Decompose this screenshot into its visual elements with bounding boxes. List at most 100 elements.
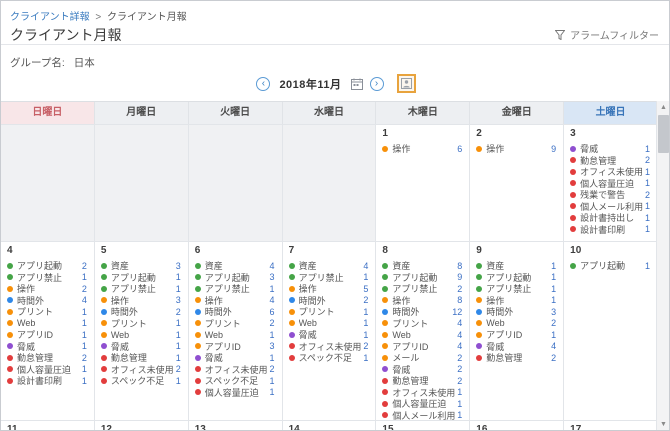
day-cell-11[interactable]: 11 (1, 421, 95, 431)
alarm-item-count[interactable]: 1 (82, 307, 89, 317)
alarm-item-count[interactable]: 1 (176, 284, 183, 294)
day-cell-10[interactable]: 10アプリ起動1 (564, 242, 658, 420)
alarm-item[interactable]: 時間外3 (476, 306, 558, 318)
alarm-item-count[interactable]: 2 (457, 353, 464, 363)
alarm-item-count[interactable]: 1 (82, 318, 89, 328)
alarm-item-count[interactable]: 1 (270, 376, 277, 386)
alarm-item[interactable]: 個人容量圧迫1 (195, 387, 277, 399)
alarm-item[interactable]: プリント1 (7, 306, 89, 318)
alarm-item[interactable]: 操作6 (382, 143, 464, 155)
alarm-item-count[interactable]: 2 (457, 364, 464, 374)
alarm-item-count[interactable]: 1 (645, 178, 652, 188)
alarm-item-count[interactable]: 1 (645, 167, 652, 177)
alarm-item-count[interactable]: 6 (270, 307, 277, 317)
alarm-item-count[interactable]: 1 (176, 330, 183, 340)
alarm-item[interactable]: 操作9 (476, 143, 558, 155)
alarm-item-count[interactable]: 8 (457, 295, 464, 305)
alarm-item-count[interactable]: 12 (452, 307, 464, 317)
alarm-item-count[interactable]: 2 (270, 318, 277, 328)
alarm-item-count[interactable]: 1 (645, 261, 652, 271)
alarm-item-count[interactable]: 1 (270, 353, 277, 363)
calendar-icon[interactable] (351, 78, 363, 90)
alarm-item-count[interactable]: 1 (457, 387, 464, 397)
alarm-item-count[interactable]: 4 (363, 261, 370, 271)
alarm-item-count[interactable]: 1 (363, 353, 370, 363)
alarm-item-count[interactable]: 1 (363, 307, 370, 317)
alarm-item-count[interactable]: 2 (551, 318, 558, 328)
day-cell-16[interactable]: 16 (470, 421, 564, 431)
alarm-item-count[interactable]: 2 (363, 295, 370, 305)
alarm-item[interactable]: プリント2 (195, 318, 277, 330)
alarm-item-count[interactable]: 2 (645, 155, 652, 165)
alarm-item-count[interactable]: 3 (551, 307, 558, 317)
alarm-item-count[interactable]: 1 (363, 272, 370, 282)
alarm-item[interactable]: アプリ起動1 (570, 260, 652, 272)
alarm-item-count[interactable]: 1 (551, 284, 558, 294)
alarm-item-count[interactable]: 1 (645, 144, 652, 154)
day-cell-7[interactable]: 7資産4アプリ禁止1操作5時間外2プリント1Web1脅威1オフィス未使用2スペッ… (283, 242, 377, 420)
alarm-item-count[interactable]: 1 (176, 376, 183, 386)
alarm-item-count[interactable]: 2 (82, 261, 89, 271)
prev-month-button[interactable]: ‹ (256, 77, 270, 91)
day-cell-15[interactable]: 15 (376, 421, 470, 431)
alarm-item-count[interactable]: 2 (551, 353, 558, 363)
alarm-item[interactable]: 設計書印刷1 (570, 224, 652, 236)
alarm-item-count[interactable]: 8 (457, 261, 464, 271)
breadcrumb-parent-link[interactable]: クライアント詳報 (10, 12, 90, 23)
alarm-item-count[interactable]: 2 (645, 190, 652, 200)
alarm-item-count[interactable]: 1 (270, 330, 277, 340)
alarm-item-count[interactable]: 1 (82, 272, 89, 282)
day-cell-9[interactable]: 9資産1アプリ起動1アプリ禁止1操作1時間外3Web2アプリID1脅威4勤怠管理… (470, 242, 564, 420)
alarm-item-count[interactable]: 4 (270, 295, 277, 305)
alarm-item-count[interactable]: 1 (82, 376, 89, 386)
alarm-item-count[interactable]: 1 (363, 330, 370, 340)
alarm-item[interactable]: プリント4 (382, 318, 464, 330)
scrollbar-down-icon[interactable]: ▼ (657, 418, 670, 431)
highlighted-user-report-button[interactable] (397, 74, 416, 93)
alarm-item-count[interactable]: 1 (176, 341, 183, 351)
next-month-button[interactable]: › (370, 77, 384, 91)
alarm-item-count[interactable]: 3 (270, 272, 277, 282)
alarm-item[interactable]: 個人メール利用1 (382, 410, 464, 421)
alarm-item-count[interactable]: 1 (82, 330, 89, 340)
day-cell-1[interactable]: 1操作6 (376, 125, 470, 241)
alarm-item-count[interactable]: 2 (270, 364, 277, 374)
alarm-item[interactable]: プリント1 (101, 318, 183, 330)
alarm-item-count[interactable]: 9 (551, 144, 558, 154)
alarm-item[interactable]: 勤怠管理2 (476, 352, 558, 364)
alarm-item-count[interactable]: 1 (645, 213, 652, 223)
alarm-item-count[interactable]: 3 (176, 295, 183, 305)
alarm-item-count[interactable]: 4 (270, 261, 277, 271)
alarm-item-count[interactable]: 3 (176, 261, 183, 271)
alarm-item-count[interactable]: 5 (363, 284, 370, 294)
day-cell-3[interactable]: 3脅威1勤怠管理2オフィス未使用1個人容量圧迫1残業で警告2個人メール利用1設計… (564, 125, 658, 241)
day-cell-2[interactable]: 2操作9 (470, 125, 564, 241)
alarm-item-count[interactable]: 2 (457, 284, 464, 294)
alarm-item-count[interactable]: 1 (645, 201, 652, 211)
vertical-scrollbar[interactable]: ▲ ▼ (656, 101, 669, 431)
alarm-item-count[interactable]: 1 (176, 353, 183, 363)
alarm-item[interactable]: プリント1 (289, 306, 371, 318)
day-cell-5[interactable]: 5資産3アプリ起動1アプリ禁止1操作3時間外2プリント1Web1脅威1勤怠管理1… (95, 242, 189, 420)
alarm-item-count[interactable]: 1 (457, 399, 464, 409)
alarm-item-count[interactable]: 1 (270, 387, 277, 397)
alarm-item-count[interactable]: 1 (645, 224, 652, 234)
day-cell-8[interactable]: 8資産8アプリ起動9アプリ禁止2操作8時間外12プリント4Web4アプリID4メ… (376, 242, 470, 420)
alarm-item-count[interactable]: 4 (457, 341, 464, 351)
day-cell-17[interactable]: 17 (564, 421, 658, 431)
alarm-item-count[interactable]: 6 (457, 144, 464, 154)
alarm-item-count[interactable]: 1 (363, 318, 370, 328)
alarm-item-count[interactable]: 1 (551, 330, 558, 340)
alarm-item-count[interactable]: 2 (176, 364, 183, 374)
alarm-filter-button[interactable]: アラームフィルター (555, 27, 659, 42)
alarm-item-count[interactable]: 4 (82, 295, 89, 305)
alarm-item-count[interactable]: 4 (551, 341, 558, 351)
alarm-item-count[interactable]: 2 (363, 341, 370, 351)
alarm-item-count[interactable]: 2 (82, 353, 89, 363)
alarm-item-count[interactable]: 4 (457, 318, 464, 328)
day-cell-4[interactable]: 4アプリ起動2アプリ禁止1操作2時間外4プリント1Web1アプリID1脅威1勤怠… (1, 242, 95, 420)
alarm-item-count[interactable]: 2 (457, 376, 464, 386)
day-cell-12[interactable]: 12 (95, 421, 189, 431)
alarm-item-count[interactable]: 1 (176, 272, 183, 282)
alarm-item-count[interactable]: 1 (551, 272, 558, 282)
